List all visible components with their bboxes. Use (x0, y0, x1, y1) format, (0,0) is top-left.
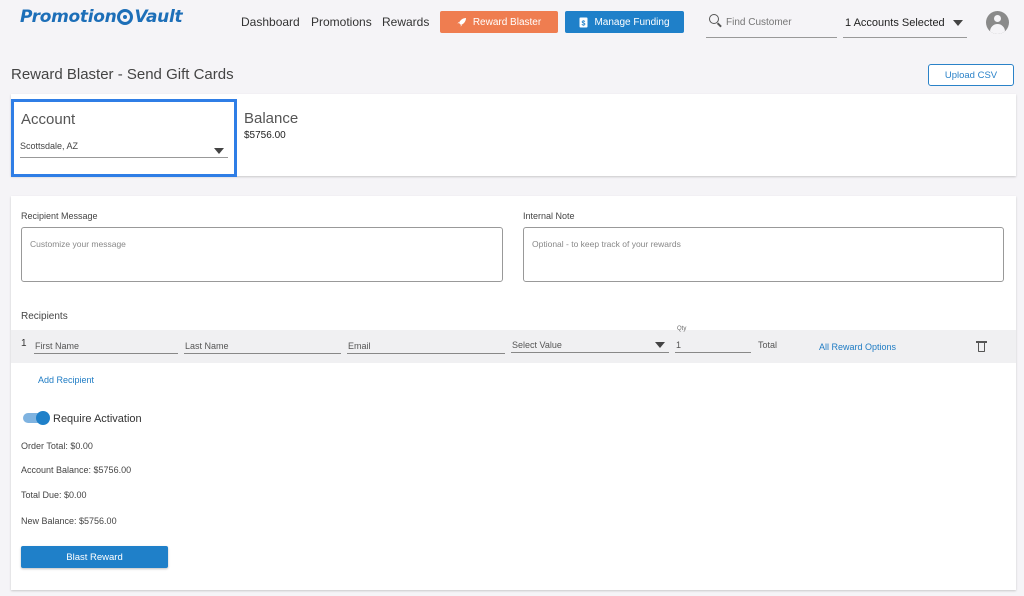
user-avatar-icon[interactable] (986, 11, 1009, 34)
recipient-message-placeholder: Customize your message (30, 239, 126, 249)
select-value-placeholder: Select Value (512, 340, 562, 350)
email-placeholder: Email (348, 341, 371, 351)
page-title: Reward Blaster - Send Gift Cards (11, 66, 234, 83)
account-underline (20, 157, 228, 158)
rocket-icon (457, 18, 466, 27)
require-activation-toggle[interactable] (23, 411, 50, 425)
first-name-field[interactable]: First Name (34, 338, 178, 354)
account-value: Scottsdale, AZ (20, 141, 79, 151)
require-activation-label: Require Activation (53, 413, 142, 425)
first-name-placeholder: First Name (35, 341, 80, 351)
recipients-label: Recipients (21, 311, 68, 322)
reward-blaster-label: Reward Blaster (472, 16, 542, 28)
manage-funding-label: Manage Funding (594, 16, 670, 28)
logo-text-right: Vault (134, 7, 183, 27)
find-customer-input[interactable] (726, 17, 831, 28)
accounts-selected-label: 1 Accounts Selected (845, 17, 945, 29)
balance-value: $5756.00 (244, 130, 286, 141)
chevron-down-icon (655, 342, 665, 348)
add-recipient-link[interactable]: Add Recipient (38, 375, 94, 385)
internal-note-label: Internal Note (523, 211, 575, 221)
chevron-down-icon (953, 20, 963, 26)
search-icon (709, 14, 719, 24)
trash-can (978, 343, 985, 352)
last-name-placeholder: Last Name (185, 341, 229, 351)
nav-rewards[interactable]: Rewards (382, 15, 429, 29)
balance-label: Balance (244, 110, 299, 127)
internal-note-placeholder: Optional - to keep track of your rewards (532, 239, 681, 249)
last-name-field[interactable]: Last Name (184, 338, 341, 354)
recipient-row-number: 1 (21, 338, 27, 349)
recipient-message-textarea[interactable]: Customize your message (21, 227, 503, 282)
all-reward-options-link[interactable]: All Reward Options (819, 342, 896, 352)
total-due: Total Due: $0.00 (21, 490, 87, 500)
nav-dashboard[interactable]: Dashboard (241, 15, 300, 29)
recipient-message-label: Recipient Message (21, 211, 98, 221)
top-navbar: Promotion Vault Dashboard Promotions Rew… (0, 0, 1024, 48)
nav-promotions[interactable]: Promotions (311, 15, 372, 29)
avatar-head (994, 15, 1001, 22)
qty-value: 1 (676, 340, 682, 350)
account-select-field[interactable]: Account Scottsdale, AZ (11, 99, 237, 177)
new-balance: New Balance: $5756.00 (21, 516, 117, 526)
blast-reward-button[interactable]: Blast Reward (21, 546, 168, 568)
qty-field[interactable]: 1 (675, 337, 751, 353)
select-value-dropdown[interactable]: Select Value (511, 337, 669, 353)
toggle-knob (36, 411, 50, 425)
chevron-down-icon (214, 148, 224, 154)
order-total: Order Total: $0.00 (21, 441, 93, 451)
email-field[interactable]: Email (347, 338, 505, 354)
avatar-body (990, 24, 1005, 34)
promotion-vault-logo[interactable]: Promotion Vault (20, 7, 183, 27)
internal-note-textarea[interactable]: Optional - to keep track of your rewards (523, 227, 1004, 282)
logo-text-left: Promotion (20, 7, 117, 27)
total-label: Total (758, 340, 778, 350)
account-label: Account (21, 111, 76, 128)
reward-blaster-button[interactable]: Reward Blaster (440, 11, 558, 33)
qty-label: Qty (677, 326, 687, 332)
account-balance-summary: Account Balance: $5756.00 (21, 465, 132, 475)
manage-funding-button[interactable]: $ Manage Funding (565, 11, 684, 33)
find-customer-search[interactable] (706, 11, 837, 38)
trash-icon[interactable] (976, 341, 987, 352)
document-dollar-icon: $ (579, 17, 588, 27)
svg-text:$: $ (582, 20, 586, 27)
accounts-selected-dropdown[interactable]: 1 Accounts Selected (843, 11, 967, 38)
upload-csv-button[interactable]: Upload CSV (928, 64, 1014, 86)
vault-dial-icon (117, 9, 134, 25)
